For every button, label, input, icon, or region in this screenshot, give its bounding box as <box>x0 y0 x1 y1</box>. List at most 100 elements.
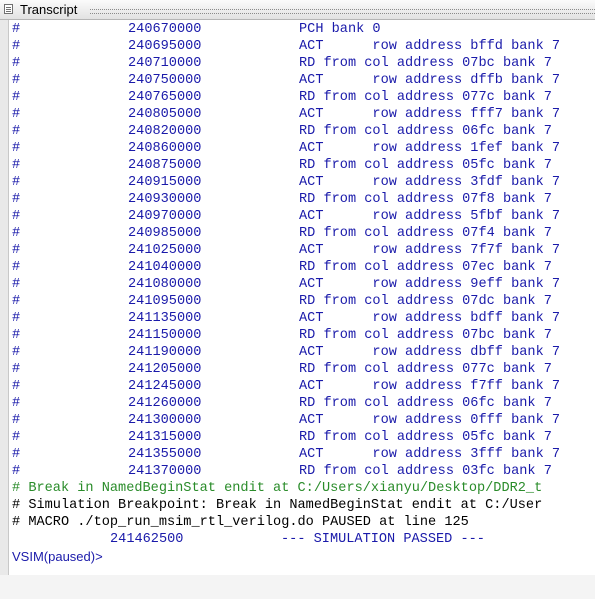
transcript-row: #240930000 RD from col address 07f8 bank … <box>12 191 595 208</box>
row-command: RD from col address 05fc bank 7 <box>299 158 552 173</box>
prompt-line[interactable]: VSIM(paused)> <box>12 548 595 565</box>
row-command: RD from col address 07ec bank 7 <box>299 260 552 275</box>
comment-hash: # <box>12 39 21 54</box>
macro-line: # MACRO ./top_run_msim_rtl_verilog.do PA… <box>12 514 595 531</box>
row-command: ACT row address bffd bank 7 <box>299 39 561 54</box>
row-command: RD from col address 07f4 bank 7 <box>299 226 552 241</box>
row-command: RD from col address 05fc bank 7 <box>299 430 552 445</box>
row-time: 240750000 <box>128 73 202 88</box>
titlebar-grip[interactable] <box>90 9 595 14</box>
transcript-row: #241040000 RD from col address 07ec bank … <box>12 259 595 276</box>
row-time: 241190000 <box>128 345 202 360</box>
row-time: 241080000 <box>128 277 202 292</box>
row-time: 241205000 <box>128 362 202 377</box>
row-time: 241355000 <box>128 447 202 462</box>
row-time: 240985000 <box>128 226 202 241</box>
row-command: ACT row address 5fbf bank 7 <box>299 209 561 224</box>
row-command: ACT row address 3fff bank 7 <box>299 447 561 462</box>
row-command: ACT row address f7ff bank 7 <box>299 379 561 394</box>
row-command: RD from col address 07bc bank 7 <box>299 56 552 71</box>
final-time: 241462500 <box>110 532 184 547</box>
break-message-line: # Break in NamedBeginStat endit at C:/Us… <box>12 480 595 497</box>
comment-hash: # <box>12 260 21 275</box>
row-time: 241135000 <box>128 311 202 326</box>
row-command: ACT row address 1fef bank 7 <box>299 141 561 156</box>
comment-hash: # <box>12 311 21 326</box>
sim-result-line: 241462500 --- SIMULATION PASSED --- <box>12 531 595 548</box>
transcript-row: #240985000 RD from col address 07f4 bank … <box>12 225 595 242</box>
row-command: RD from col address 077c bank 7 <box>299 362 552 377</box>
comment-hash: # <box>12 243 21 258</box>
row-command: ACT row address 0fff bank 7 <box>299 413 561 428</box>
row-time: 240820000 <box>128 124 202 139</box>
transcript-row: #240860000 ACT row address 1fef bank 7 <box>12 140 595 157</box>
left-gutter <box>0 20 9 575</box>
transcript-lines[interactable]: #240670000 PCH bank 0 #240695000 ACT row ad… <box>12 21 595 565</box>
row-command: RD from col address 07f8 bank 7 <box>299 192 552 207</box>
transcript-row: #241245000 ACT row address f7ff bank 7 <box>12 378 595 395</box>
row-command: RD from col address 06fc bank 7 <box>299 396 552 411</box>
row-time: 240805000 <box>128 107 202 122</box>
comment-hash: # <box>12 124 21 139</box>
comment-hash: # <box>12 226 21 241</box>
row-time: 240970000 <box>128 209 202 224</box>
row-command: ACT row address 9eff bank 7 <box>299 277 561 292</box>
row-command: ACT row address dffb bank 7 <box>299 73 561 88</box>
comment-hash: # <box>12 379 21 394</box>
transcript-row: #240750000 ACT row address dffb bank 7 <box>12 72 595 89</box>
row-command: RD from col address 077c bank 7 <box>299 90 552 105</box>
row-command: ACT row address fff7 bank 7 <box>299 107 561 122</box>
row-command: ACT row address 3fdf bank 7 <box>299 175 561 190</box>
row-time: 241025000 <box>128 243 202 258</box>
break-message: # Break in NamedBeginStat endit at C:/Us… <box>12 481 543 496</box>
transcript-row: #241135000 ACT row address bdff bank 7 <box>12 310 595 327</box>
comment-hash: # <box>12 328 21 343</box>
transcript-pane[interactable]: #240670000 PCH bank 0 #240695000 ACT row ad… <box>0 20 595 575</box>
transcript-row: #240670000 PCH bank 0 <box>12 21 595 38</box>
row-time: 240695000 <box>128 39 202 54</box>
row-time: 240860000 <box>128 141 202 156</box>
comment-hash: # <box>12 396 21 411</box>
transcript-row: #241315000 RD from col address 05fc bank … <box>12 429 595 446</box>
transcript-row: #241300000 ACT row address 0fff bank 7 <box>12 412 595 429</box>
row-time: 240765000 <box>128 90 202 105</box>
transcript-row: #241080000 ACT row address 9eff bank 7 <box>12 276 595 293</box>
row-time: 240670000 <box>128 22 202 37</box>
transcript-row: #241025000 ACT row address 7f7f bank 7 <box>12 242 595 259</box>
row-time: 240875000 <box>128 158 202 173</box>
transcript-window-icon <box>4 4 13 14</box>
row-time: 241260000 <box>128 396 202 411</box>
transcript-row: #240710000 RD from col address 07bc bank … <box>12 55 595 72</box>
row-time: 241040000 <box>128 260 202 275</box>
comment-hash: # <box>12 345 21 360</box>
vsim-prompt[interactable]: VSIM(paused)> <box>12 548 103 565</box>
row-time: 240710000 <box>128 56 202 71</box>
comment-hash: # <box>12 277 21 292</box>
row-time: 240930000 <box>128 192 202 207</box>
row-command: RD from col address 03fc bank 7 <box>299 464 552 479</box>
transcript-row: #241150000 RD from col address 07bc bank … <box>12 327 595 344</box>
transcript-row: #240970000 ACT row address 5fbf bank 7 <box>12 208 595 225</box>
row-time: 241245000 <box>128 379 202 394</box>
comment-hash: # <box>12 413 21 428</box>
comment-hash: # <box>12 464 21 479</box>
window-title: Transcript <box>20 2 78 17</box>
row-time: 241150000 <box>128 328 202 343</box>
transcript-row: #241205000 RD from col address 077c bank … <box>12 361 595 378</box>
row-command: ACT row address dbff bank 7 <box>299 345 561 360</box>
transcript-row: #241095000 RD from col address 07dc bank … <box>12 293 595 310</box>
comment-hash: # <box>12 22 21 37</box>
row-time: 240915000 <box>128 175 202 190</box>
row-time: 241315000 <box>128 430 202 445</box>
transcript-row: #240695000 ACT row address bffd bank 7 <box>12 38 595 55</box>
transcript-row: #241190000 ACT row address dbff bank 7 <box>12 344 595 361</box>
transcript-row: #241370000 RD from col address 03fc bank … <box>12 463 595 480</box>
comment-hash: # <box>12 175 21 190</box>
row-command: ACT row address bdff bank 7 <box>299 311 561 326</box>
comment-hash: # <box>12 294 21 309</box>
comment-hash: # <box>12 90 21 105</box>
macro-message: # MACRO ./top_run_msim_rtl_verilog.do PA… <box>12 515 469 530</box>
transcript-row: #240765000 RD from col address 077c bank … <box>12 89 595 106</box>
transcript-titlebar[interactable]: Transcript <box>0 0 595 20</box>
comment-hash: # <box>12 447 21 462</box>
